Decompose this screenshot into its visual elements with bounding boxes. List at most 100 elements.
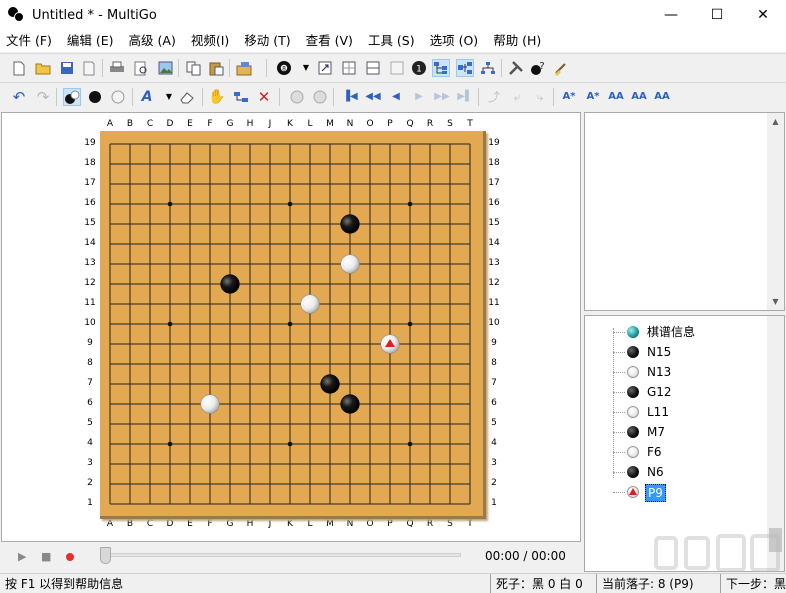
- board-grid: [109, 143, 471, 505]
- menu-options[interactable]: 选项 (O): [424, 30, 488, 52]
- column-label-l: L: [307, 519, 313, 529]
- stone-black-n15[interactable]: [340, 214, 360, 234]
- column-label-s: S: [447, 119, 453, 129]
- menu-tools[interactable]: 工具 (S): [362, 30, 424, 52]
- delete-icon[interactable]: ✕: [255, 88, 273, 106]
- eraser-icon[interactable]: [178, 88, 196, 106]
- branch-right-icon[interactable]: ⤷: [531, 88, 549, 106]
- tree-node-label: P9: [645, 484, 666, 502]
- menu-video[interactable]: 视频(I): [185, 30, 238, 52]
- game-comment-panel[interactable]: ▲ ▼: [584, 112, 785, 311]
- hint-icon[interactable]: ?: [529, 59, 547, 77]
- tree-node-l11[interactable]: L11: [585, 402, 765, 422]
- dropdown-arrow-icon[interactable]: ▼: [297, 59, 315, 77]
- first-move-icon[interactable]: ▐◀: [341, 88, 359, 106]
- save-icon[interactable]: [58, 59, 76, 77]
- stone-black-n6[interactable]: [340, 394, 360, 414]
- menu-move[interactable]: 移动 (T): [238, 30, 299, 52]
- previous-move-icon[interactable]: ◀: [387, 88, 405, 106]
- row-label-7: 7: [87, 378, 93, 388]
- tree-node-game-info[interactable]: 棋谱信息: [585, 322, 765, 342]
- stone-black-m7[interactable]: [320, 374, 340, 394]
- tree-view-icon[interactable]: [432, 59, 450, 77]
- play-icon[interactable]: ▶: [18, 550, 26, 563]
- search-next-icon[interactable]: A*: [560, 88, 578, 106]
- board-setup-icon[interactable]: [340, 59, 358, 77]
- copy-icon[interactable]: [184, 59, 202, 77]
- save-as-icon[interactable]: [80, 59, 98, 77]
- record-icon[interactable]: [66, 553, 74, 561]
- branch-up-icon[interactable]: ⤴: [485, 88, 503, 106]
- playback-slider-thumb[interactable]: [100, 547, 111, 564]
- label-text-icon[interactable]: A: [138, 88, 156, 106]
- maximize-button[interactable]: ☐: [694, 0, 740, 30]
- column-label-a: A: [106, 119, 114, 129]
- branch-view-icon[interactable]: [456, 59, 474, 77]
- new-file-icon[interactable]: [10, 59, 28, 77]
- previous-variation-icon[interactable]: [288, 88, 306, 106]
- stone-white-l11[interactable]: [300, 294, 320, 314]
- last-move-icon[interactable]: ▶▌: [456, 88, 474, 106]
- fast-forward-icon[interactable]: ▶▶: [433, 88, 451, 106]
- eight-ball-icon[interactable]: 8: [275, 59, 293, 77]
- undo-icon[interactable]: ↶: [10, 88, 28, 106]
- dropdown-arrow-icon[interactable]: ▼: [160, 88, 178, 106]
- scroll-down-icon[interactable]: ▼: [767, 293, 784, 310]
- star-point: [167, 441, 173, 447]
- column-label-c: C: [146, 119, 154, 129]
- minimize-button[interactable]: —: [648, 0, 694, 30]
- tree-node-m7[interactable]: M7: [585, 422, 765, 442]
- row-label-6: 6: [491, 398, 497, 408]
- clean-brush-icon[interactable]: [552, 59, 570, 77]
- redo-icon[interactable]: ↷: [34, 88, 52, 106]
- goto-move-icon[interactable]: [316, 59, 334, 77]
- insert-move-icon[interactable]: [232, 88, 250, 106]
- menu-help[interactable]: 帮助 (H): [487, 30, 550, 52]
- menu-advanced[interactable]: 高级 (A): [123, 30, 185, 52]
- stone-white-n13[interactable]: [340, 254, 360, 274]
- tree-node-n15[interactable]: N15: [585, 342, 765, 362]
- tree-node-p9[interactable]: P9: [585, 482, 765, 502]
- replace-all-icon[interactable]: AA: [653, 88, 671, 106]
- column-label-p: P: [387, 119, 393, 129]
- open-folder-icon[interactable]: [34, 59, 52, 77]
- tree-node-n6[interactable]: N6: [585, 462, 765, 482]
- playback-track[interactable]: [105, 553, 461, 557]
- tree-node-f6[interactable]: F6: [585, 442, 765, 462]
- blank-board-icon[interactable]: [388, 59, 406, 77]
- stop-icon[interactable]: ■: [41, 550, 51, 563]
- find-replace-icon[interactable]: AA: [630, 88, 648, 106]
- grid-icon[interactable]: [364, 59, 382, 77]
- scroll-up-icon[interactable]: ▲: [767, 113, 784, 130]
- fast-back-icon[interactable]: ◀◀: [364, 88, 382, 106]
- branch-left-icon[interactable]: ⤶: [508, 88, 526, 106]
- black-stone-icon: [627, 466, 639, 478]
- next-move-icon[interactable]: ▶: [410, 88, 428, 106]
- comment-scrollbar[interactable]: ▲ ▼: [767, 113, 784, 310]
- white-stone-icon[interactable]: [109, 88, 127, 106]
- move-number-icon[interactable]: 1: [410, 59, 428, 77]
- alternate-stones-icon[interactable]: [63, 88, 81, 106]
- status-next-player: 下一步：黑: [720, 574, 786, 593]
- black-stone-icon[interactable]: [86, 88, 104, 106]
- print-preview-icon[interactable]: [132, 59, 150, 77]
- find-icon[interactable]: AA: [607, 88, 625, 106]
- print-icon[interactable]: [108, 59, 126, 77]
- hierarchy-icon[interactable]: [479, 59, 497, 77]
- paste-icon[interactable]: [207, 59, 225, 77]
- next-variation-icon[interactable]: [311, 88, 329, 106]
- search-prev-icon[interactable]: A*: [584, 88, 602, 106]
- tree-node-g12[interactable]: G12: [585, 382, 765, 402]
- hand-icon[interactable]: ✋: [208, 88, 226, 106]
- menu-file[interactable]: 文件 (F): [0, 30, 61, 52]
- export-image-icon[interactable]: [156, 59, 174, 77]
- tools-icon[interactable]: [507, 59, 525, 77]
- game-library-icon[interactable]: [235, 59, 253, 77]
- menu-view[interactable]: 查看 (V): [300, 30, 362, 52]
- menu-edit[interactable]: 编辑 (E): [61, 30, 123, 52]
- go-board[interactable]: [100, 131, 486, 519]
- close-button[interactable]: ✕: [740, 0, 786, 30]
- stone-white-f6[interactable]: [200, 394, 220, 414]
- stone-black-g12[interactable]: [220, 274, 240, 294]
- tree-node-n13[interactable]: N13: [585, 362, 765, 382]
